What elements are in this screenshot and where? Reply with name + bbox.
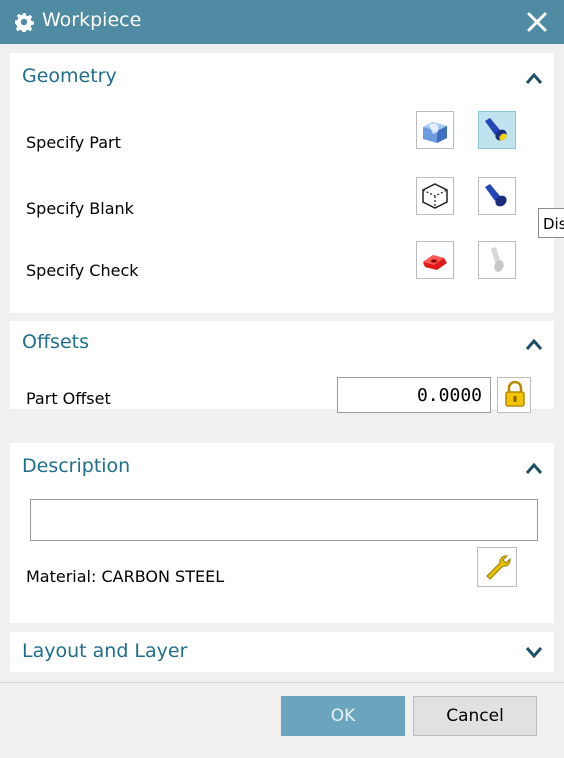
select-check-button[interactable]: [416, 241, 454, 279]
material-label: Material: CARBON STEEL: [26, 567, 225, 586]
part-offset-value: 0.0000: [416, 385, 482, 406]
select-part-button[interactable]: [416, 111, 454, 149]
specify-blank-label: Specify Blank: [26, 199, 134, 218]
flashlight-icon: [485, 184, 507, 207]
close-icon[interactable]: [524, 9, 550, 35]
layout-section-title[interactable]: Layout and Layer: [22, 640, 187, 662]
part-offset-field[interactable]: 0.0000: [337, 377, 491, 413]
geometry-section: Geometry Specify Part Specify Blank Spec…: [10, 53, 554, 313]
chevron-up-icon[interactable]: [524, 459, 544, 479]
title-bar: Workpiece: [0, 0, 564, 44]
part-offset-label: Part Offset: [26, 389, 111, 408]
gear-icon: [15, 13, 34, 32]
chevron-down-icon[interactable]: [524, 642, 544, 662]
geometry-section-title[interactable]: Geometry: [22, 65, 117, 87]
offsets-section: Offsets Part Offset 0.0000: [10, 321, 554, 413]
part-solid-icon: [423, 122, 447, 143]
lock-button[interactable]: [497, 377, 531, 413]
flashlight-icon: [491, 247, 504, 272]
specify-part-label: Specify Part: [26, 133, 121, 152]
display-blank-button[interactable]: [478, 177, 516, 215]
check-geometry-icon: [423, 255, 447, 270]
tooltip: Disp: [538, 208, 564, 238]
specify-check-label: Specify Check: [26, 261, 139, 280]
blank-box-icon: [422, 183, 448, 209]
chevron-up-icon[interactable]: [524, 335, 544, 355]
description-input[interactable]: [30, 499, 538, 541]
cancel-button[interactable]: Cancel: [413, 696, 537, 736]
flashlight-icon: [485, 118, 507, 141]
display-check-button[interactable]: [478, 241, 516, 279]
select-blank-button[interactable]: [416, 177, 454, 215]
offsets-section-title[interactable]: Offsets: [22, 331, 89, 353]
display-part-button[interactable]: [478, 111, 516, 149]
window-title: Workpiece: [42, 9, 142, 31]
description-section: Description Material: CARBON STEEL: [10, 443, 554, 623]
layout-section: Layout and Layer: [10, 632, 554, 672]
material-wrench-button[interactable]: [477, 547, 517, 587]
lock-icon: [505, 380, 525, 407]
wrench-icon: [486, 555, 511, 580]
divider: [0, 682, 564, 683]
ok-button[interactable]: OK: [281, 696, 405, 736]
description-section-title[interactable]: Description: [22, 455, 130, 477]
chevron-up-icon[interactable]: [524, 69, 544, 89]
